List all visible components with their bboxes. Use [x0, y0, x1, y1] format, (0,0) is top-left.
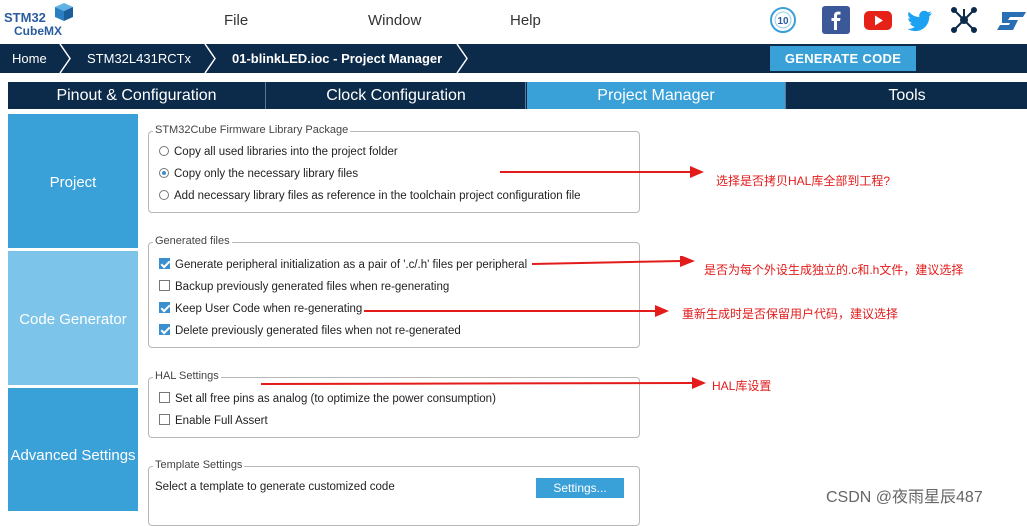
- option-label: Keep User Code when re-generating: [175, 303, 363, 315]
- logo-line1: STM32: [4, 10, 46, 25]
- option-label: Enable Full Assert: [175, 415, 268, 427]
- chevron-right-icon: [204, 44, 216, 73]
- breadcrumb-project[interactable]: 01-blinkLED.ioc - Project Manager: [232, 51, 442, 66]
- backup-files-option[interactable]: Backup previously generated files when r…: [159, 280, 449, 293]
- option-label: Set all free pins as analog (to optimize…: [175, 393, 496, 405]
- option-label: Copy only the necessary library files: [174, 168, 359, 180]
- option-label: Delete previously generated files when n…: [175, 325, 461, 337]
- chevron-right-icon: [456, 44, 468, 73]
- youtube-icon[interactable]: [864, 6, 892, 34]
- add-library-reference-option[interactable]: Add necessary library files as reference…: [159, 190, 581, 202]
- full-assert-option[interactable]: Enable Full Assert: [159, 414, 268, 427]
- copy-necessary-libraries-option[interactable]: Copy only the necessary library files: [159, 168, 358, 180]
- checkbox-checked[interactable]: [159, 302, 170, 313]
- radio-button[interactable]: [159, 146, 169, 156]
- tab-pinout-configuration[interactable]: Pinout & Configuration: [8, 82, 266, 109]
- anniversary-badge-icon[interactable]: 10: [769, 6, 797, 34]
- annotation-arrow-icon: [364, 305, 669, 317]
- cube-icon: [55, 3, 73, 21]
- keep-user-code-option[interactable]: Keep User Code when re-generating: [159, 302, 362, 315]
- option-label: Add necessary library files as reference…: [174, 190, 581, 202]
- side-nav-advanced-settings[interactable]: Advanced Settings: [8, 388, 138, 511]
- checkbox[interactable]: [159, 392, 170, 403]
- side-nav-code-generator[interactable]: Code Generator: [8, 251, 138, 385]
- firmware-library-legend: STM32Cube Firmware Library Package: [153, 124, 351, 136]
- hal-settings-legend: HAL Settings: [153, 370, 221, 382]
- network-icon[interactable]: [950, 6, 978, 34]
- template-settings-button[interactable]: Settings...: [536, 478, 624, 498]
- breadcrumb-home[interactable]: Home: [12, 51, 47, 66]
- anniversary-label: 10: [777, 16, 789, 27]
- logo-line2: CubeMX: [14, 24, 62, 38]
- option-label: Copy all used libraries into the project…: [174, 146, 398, 158]
- side-nav-project-label: Project: [49, 174, 97, 191]
- csdn-watermark: CSDN @夜雨星辰487: [826, 489, 983, 506]
- copy-all-libraries-option[interactable]: Copy all used libraries into the project…: [159, 146, 398, 158]
- st-logo-icon[interactable]: [996, 6, 1027, 34]
- template-description: Select a template to generate customized…: [155, 481, 395, 493]
- menu-file[interactable]: File: [224, 12, 248, 29]
- checkbox-checked[interactable]: [159, 258, 170, 269]
- annotation-hal-settings: HAL库设置: [712, 379, 772, 393]
- checkbox-checked[interactable]: [159, 324, 170, 335]
- annotation-arrow-icon: [532, 256, 695, 267]
- generated-files-legend: Generated files: [153, 235, 232, 247]
- checkbox[interactable]: [159, 280, 170, 291]
- free-pins-analog-option[interactable]: Set all free pins as analog (to optimize…: [159, 392, 496, 405]
- tab-clock-configuration[interactable]: Clock Configuration: [267, 82, 526, 109]
- facebook-icon[interactable]: [822, 6, 850, 34]
- radio-button[interactable]: [159, 190, 169, 200]
- menu-help[interactable]: Help: [510, 12, 541, 29]
- chevron-right-icon: [59, 44, 71, 73]
- annotation-copy-hal: 选择是否拷贝HAL库全部到工程?: [716, 174, 891, 188]
- annotation-arrow-icon: [500, 166, 704, 178]
- breadcrumb-device[interactable]: STM32L431RCTx: [87, 51, 191, 66]
- top-bar: STM32 CubeMX File Window Help 10: [0, 0, 1027, 42]
- radio-button-selected[interactable]: [159, 168, 169, 178]
- side-nav-code-generator-label: Code Generator: [19, 311, 127, 328]
- annotation-arrow-icon: [261, 377, 706, 389]
- tab-tools[interactable]: Tools: [787, 82, 1027, 109]
- annotation-keep-user-code: 重新生成时是否保留用户代码，建议选择: [682, 307, 899, 321]
- option-label: Backup previously generated files when r…: [175, 281, 450, 293]
- side-nav-advanced-settings-label: Advanced Settings: [10, 447, 136, 464]
- template-settings-group: Template Settings Select a template to g…: [148, 459, 640, 526]
- checkbox[interactable]: [159, 414, 170, 425]
- generate-code-button[interactable]: GENERATE CODE: [770, 46, 916, 71]
- twitter-icon[interactable]: [906, 6, 934, 34]
- option-label: Generate peripheral initialization as a …: [175, 259, 528, 271]
- template-settings-legend: Template Settings: [153, 459, 245, 471]
- tab-project-manager[interactable]: Project Manager: [527, 82, 786, 109]
- generate-peripheral-pair-option[interactable]: Generate peripheral initialization as a …: [159, 258, 527, 271]
- menu-window[interactable]: Window: [368, 12, 421, 29]
- side-nav-project[interactable]: Project: [8, 114, 138, 248]
- delete-previous-files-option[interactable]: Delete previously generated files when n…: [159, 324, 461, 337]
- main-tabs: Pinout & Configuration Clock Configurati…: [8, 82, 1027, 109]
- annotation-separate-files: 是否为每个外设生成独立的.c和.h文件，建议选择: [704, 263, 964, 277]
- stm32cubemx-logo: STM32 CubeMX: [4, 2, 74, 40]
